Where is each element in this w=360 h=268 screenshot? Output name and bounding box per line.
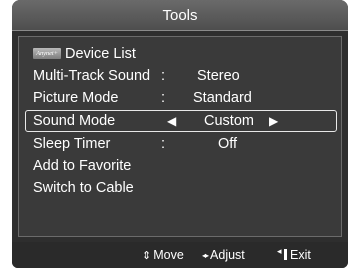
menu-item-picture-mode[interactable]: Picture Mode : Standard — [33, 87, 333, 109]
menu-item-sound-mode[interactable]: Sound Mode ◀ Custom ▶ — [25, 110, 337, 132]
up-down-arrows-icon: ⇕ — [142, 250, 152, 262]
separator: : — [161, 136, 166, 152]
left-right-arrows-icon: ◂▸ — [202, 251, 209, 260]
exit-icon: ◂ — [277, 246, 287, 260]
menu-item-label: Add to Favorite — [33, 158, 132, 174]
hint-adjust-label: Adjust — [210, 248, 245, 262]
menu-item-device-list[interactable]: Anynet+ Device List — [33, 43, 333, 65]
menu-title: Tools — [162, 6, 198, 24]
menu-item-add-to-favorite[interactable]: Add to Favorite — [33, 155, 333, 177]
hint-adjust: ◂▸ Adjust — [202, 248, 245, 262]
menu-item-value: Off — [218, 136, 238, 152]
left-arrow-icon[interactable]: ◀ — [167, 111, 176, 131]
menu-item-label: Multi-Track Sound — [33, 68, 151, 84]
menu-item-value: Stereo — [197, 68, 240, 84]
separator: : — [161, 90, 166, 106]
menu-list: Anynet+ Device List Multi-Track Sound : … — [18, 36, 342, 237]
footer-hints: ⇕ Move ◂▸ Adjust ◂ Exit — [12, 242, 348, 268]
hint-exit-label: Exit — [290, 248, 311, 262]
menu-item-value: Custom — [204, 113, 254, 129]
menu-item-label: Device List — [65, 46, 136, 62]
menu-item-sleep-timer[interactable]: Sleep Timer : Off — [33, 133, 333, 155]
menu-item-label: Switch to Cable — [33, 180, 134, 196]
menu-item-label: Picture Mode — [33, 90, 119, 106]
menu-item-multi-track-sound[interactable]: Multi-Track Sound : Stereo — [33, 65, 333, 87]
hint-move: ⇕ Move — [142, 248, 184, 262]
right-arrow-icon[interactable]: ▶ — [269, 111, 278, 131]
menu-item-switch-to-cable[interactable]: Switch to Cable — [33, 177, 333, 199]
title-bar: Tools — [12, 0, 348, 31]
menu-item-label: Sleep Timer — [33, 136, 111, 152]
separator: : — [161, 68, 166, 84]
hint-move-label: Move — [153, 248, 184, 262]
menu-item-label: Sound Mode — [33, 113, 116, 129]
hint-exit: ◂ Exit — [277, 246, 311, 262]
menu-item-value: Standard — [193, 90, 252, 106]
tools-menu-panel: Tools Anynet+ Device List Multi-Track So… — [12, 0, 348, 268]
anynet-logo: Anynet+ — [33, 48, 61, 59]
